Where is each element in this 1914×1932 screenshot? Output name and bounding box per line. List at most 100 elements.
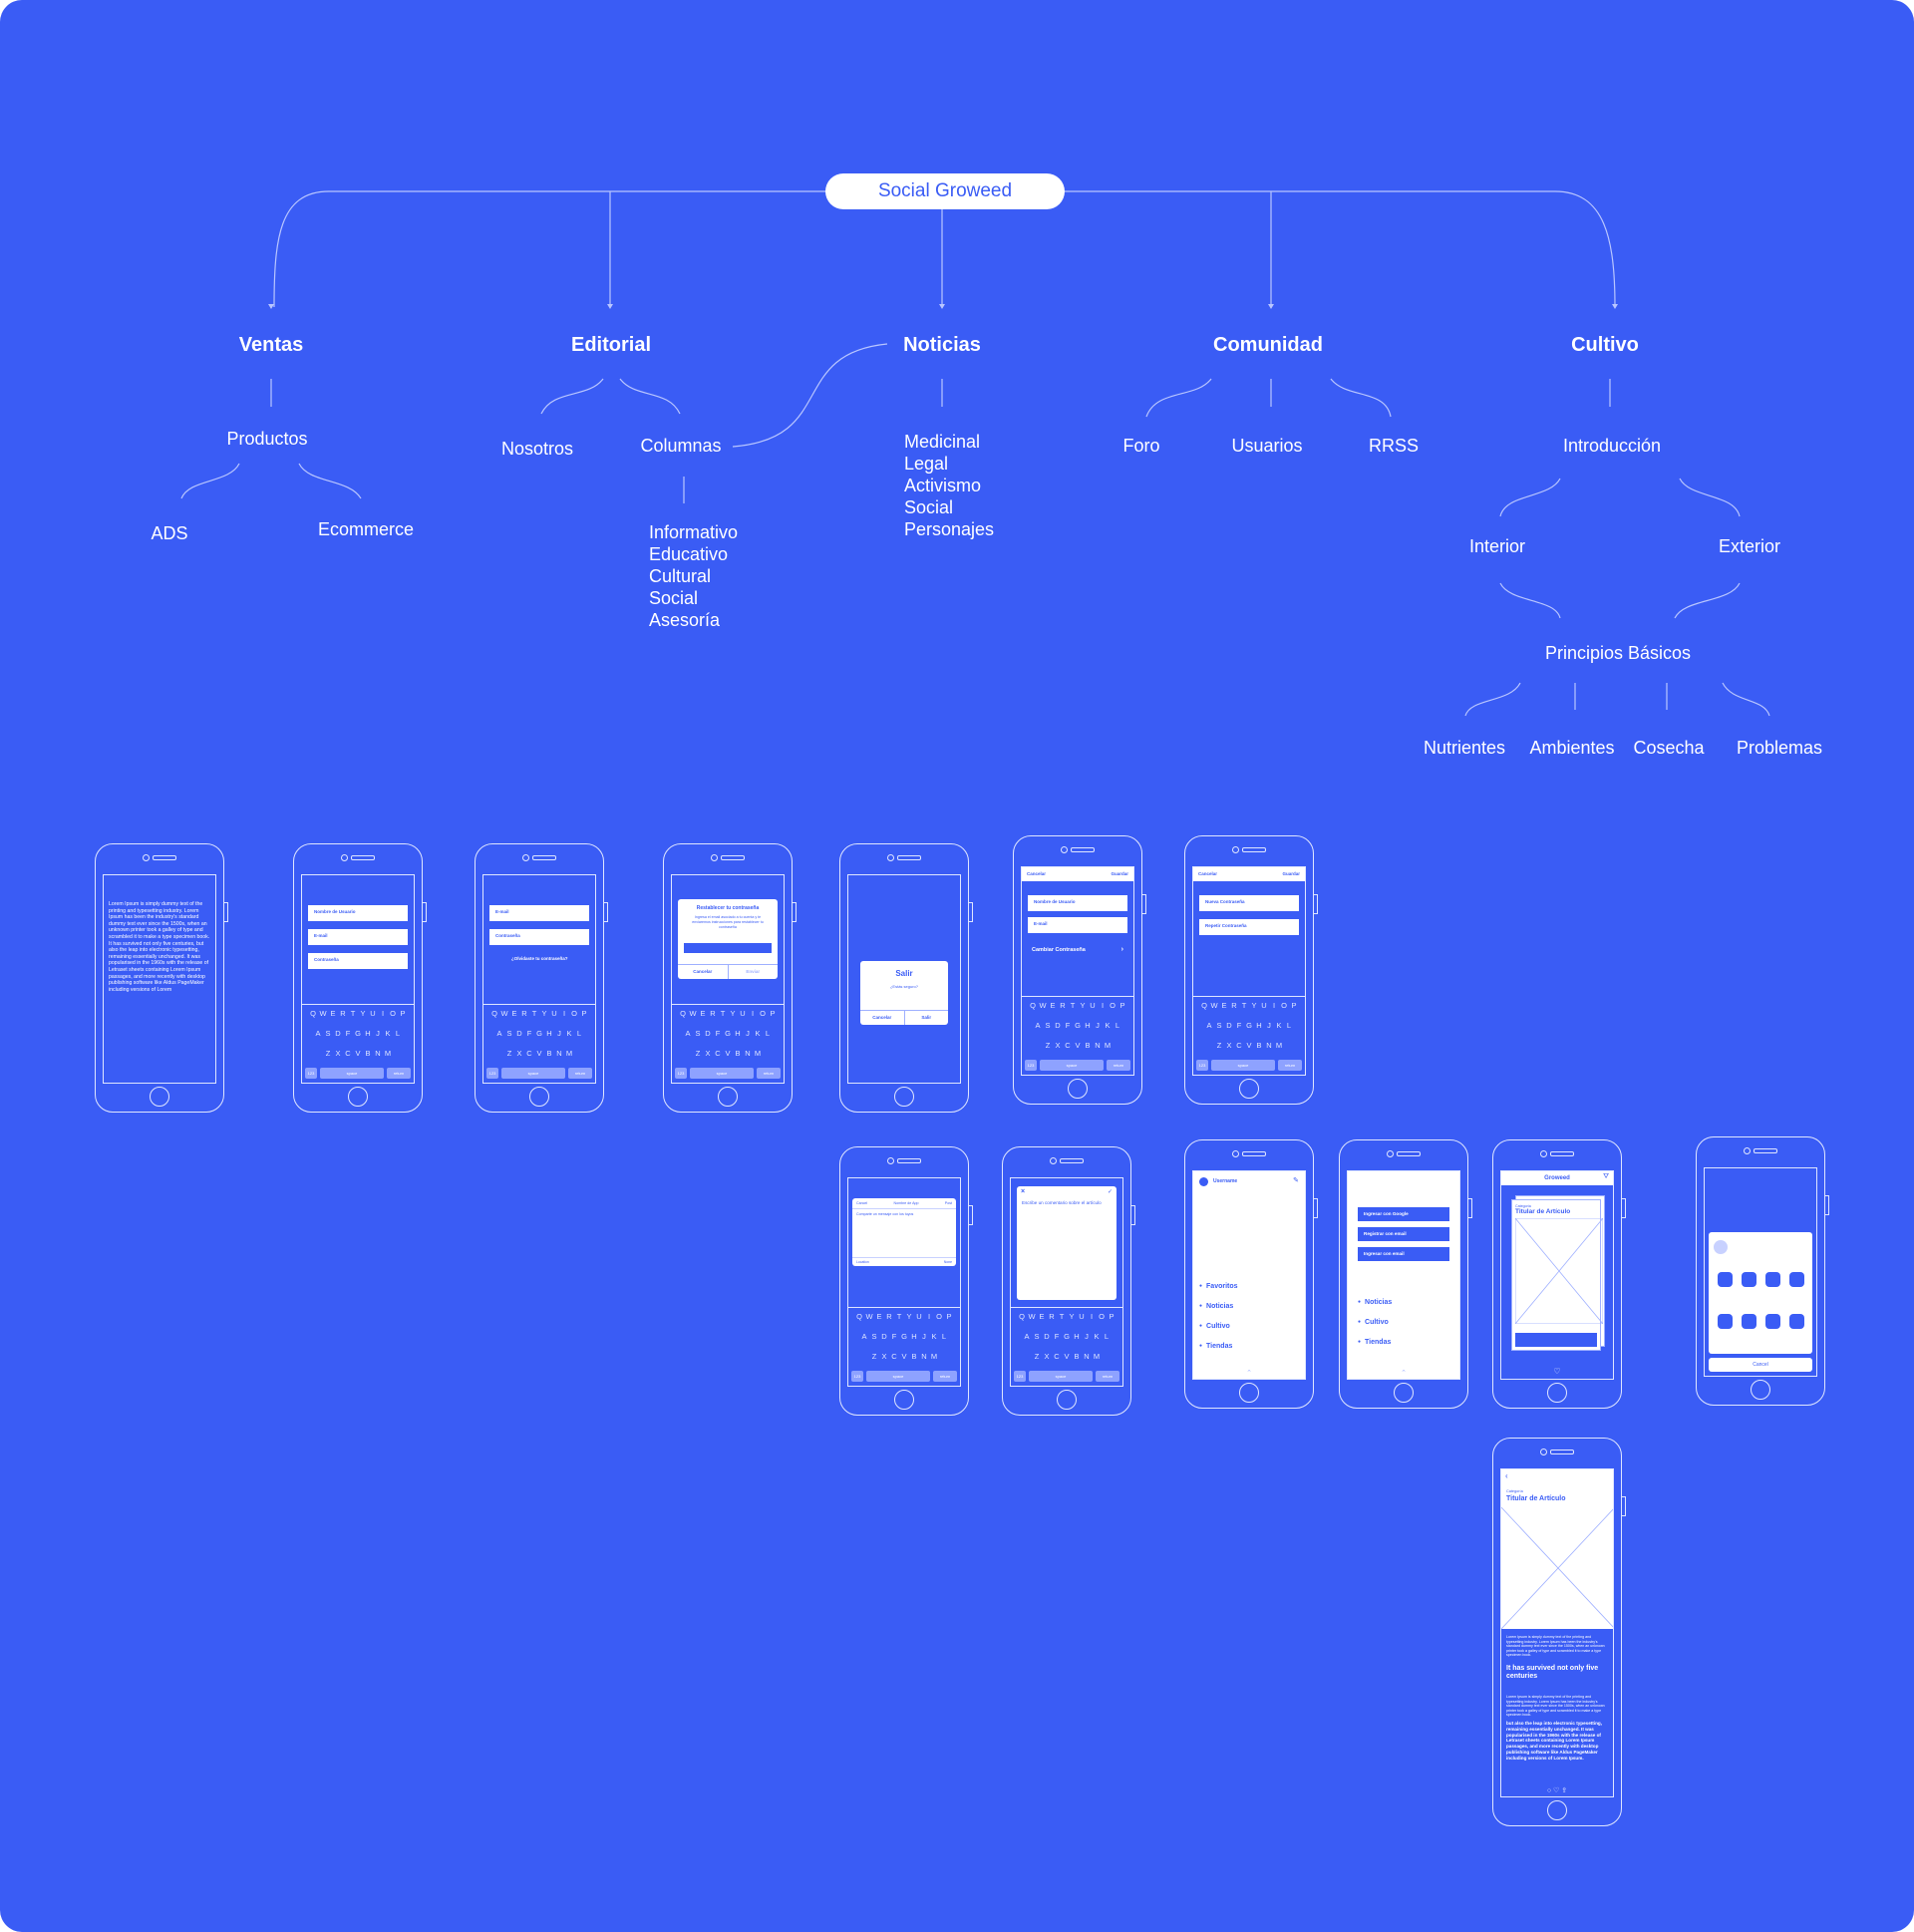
home-button[interactable]: [529, 1087, 549, 1107]
key[interactable]: P: [1118, 1001, 1127, 1010]
key[interactable]: R: [339, 1009, 348, 1018]
key[interactable]: W: [1039, 1001, 1048, 1010]
key[interactable]: C: [1235, 1041, 1244, 1050]
key[interactable]: N: [1094, 1041, 1103, 1050]
key[interactable]: S: [694, 1029, 703, 1038]
logout-button[interactable]: Salir: [905, 1011, 949, 1025]
key[interactable]: X: [1054, 1041, 1063, 1050]
close-icon[interactable]: ×: [1021, 1188, 1025, 1195]
key[interactable]: M: [930, 1352, 939, 1361]
key[interactable]: W: [319, 1009, 328, 1018]
key[interactable]: E: [699, 1009, 708, 1018]
key[interactable]: K: [754, 1029, 763, 1038]
key[interactable]: R: [520, 1009, 529, 1018]
key[interactable]: O: [570, 1009, 579, 1018]
key[interactable]: A: [1023, 1332, 1032, 1341]
key[interactable]: L: [1285, 1021, 1294, 1030]
key[interactable]: P: [1108, 1312, 1116, 1321]
mail-icon[interactable]: [1741, 1272, 1756, 1287]
key[interactable]: V: [1063, 1352, 1072, 1361]
nav-item-cultivo[interactable]: Cultivo: [1199, 1323, 1230, 1330]
home-button[interactable]: [894, 1087, 914, 1107]
article-card[interactable]: Categoría Titular de Artículo: [1511, 1199, 1603, 1351]
key[interactable]: E: [329, 1009, 338, 1018]
key[interactable]: Q: [1029, 1001, 1038, 1010]
key[interactable]: N: [920, 1352, 929, 1361]
key[interactable]: W: [689, 1009, 698, 1018]
key[interactable]: F: [890, 1332, 899, 1341]
key[interactable]: K: [930, 1332, 939, 1341]
key-return[interactable]: return: [1096, 1371, 1119, 1382]
key-123[interactable]: 123: [1014, 1371, 1026, 1382]
key[interactable]: X: [515, 1049, 524, 1058]
login-email-button[interactable]: Ingresar con email: [1358, 1247, 1449, 1261]
key[interactable]: Z: [505, 1049, 514, 1058]
nav-item-cultivo[interactable]: Cultivo: [1358, 1319, 1389, 1326]
key[interactable]: G: [724, 1029, 733, 1038]
key-123[interactable]: 123: [486, 1068, 498, 1079]
key[interactable]: H: [364, 1029, 373, 1038]
key[interactable]: U: [915, 1312, 924, 1321]
key[interactable]: S: [1044, 1021, 1053, 1030]
key[interactable]: B: [1073, 1352, 1082, 1361]
key[interactable]: O: [1280, 1001, 1289, 1010]
key[interactable]: T: [1069, 1001, 1078, 1010]
key[interactable]: H: [1255, 1021, 1264, 1030]
key[interactable]: T: [1240, 1001, 1249, 1010]
key[interactable]: Z: [1044, 1041, 1053, 1050]
keyboard[interactable]: QWERTYUIOP ASDFGHJKL ZXCVBNM 123 space ret…: [848, 1307, 960, 1386]
key[interactable]: M: [1104, 1041, 1113, 1050]
key-space[interactable]: space: [690, 1068, 754, 1079]
key[interactable]: A: [1205, 1021, 1214, 1030]
key[interactable]: A: [860, 1332, 869, 1341]
key[interactable]: V: [1245, 1041, 1254, 1050]
home-button[interactable]: [1394, 1383, 1414, 1403]
nav-item-tiendas[interactable]: Tiendas: [1358, 1339, 1391, 1346]
key[interactable]: D: [515, 1029, 524, 1038]
key[interactable]: B: [364, 1049, 373, 1058]
forgot-password-link[interactable]: ¿Olvidaste tu contraseña?: [511, 955, 568, 963]
key[interactable]: J: [920, 1332, 929, 1341]
key[interactable]: I: [925, 1312, 934, 1321]
key[interactable]: S: [505, 1029, 514, 1038]
key-123[interactable]: 123: [675, 1068, 687, 1079]
key[interactable]: M: [384, 1049, 393, 1058]
key[interactable]: S: [1215, 1021, 1224, 1030]
key[interactable]: F: [1235, 1021, 1244, 1030]
key[interactable]: V: [724, 1049, 733, 1058]
key[interactable]: H: [545, 1029, 554, 1038]
key[interactable]: T: [349, 1009, 358, 1018]
key[interactable]: X: [1043, 1352, 1052, 1361]
key[interactable]: O: [389, 1009, 398, 1018]
key[interactable]: W: [1210, 1001, 1219, 1010]
key[interactable]: Z: [1215, 1041, 1224, 1050]
reading-list-icon[interactable]: [1741, 1314, 1756, 1329]
cancel-button[interactable]: Cancelar: [1027, 867, 1046, 881]
key[interactable]: H: [1073, 1332, 1082, 1341]
key[interactable]: L: [575, 1029, 584, 1038]
key[interactable]: S: [870, 1332, 879, 1341]
register-email-button[interactable]: Registrar con email: [1358, 1227, 1449, 1241]
twitter-icon[interactable]: [1764, 1272, 1780, 1287]
key[interactable]: C: [890, 1352, 899, 1361]
key[interactable]: F: [1053, 1332, 1062, 1341]
key[interactable]: Z: [324, 1049, 333, 1058]
key[interactable]: L: [940, 1332, 949, 1341]
key[interactable]: A: [314, 1029, 323, 1038]
home-button[interactable]: [1068, 1079, 1088, 1099]
home-button[interactable]: [718, 1087, 738, 1107]
copy-icon[interactable]: [1788, 1314, 1804, 1329]
keyboard[interactable]: QWERTYUIOP ASDFGHJKL ZXCVBNM 123 space ret…: [1022, 996, 1133, 1075]
new-password-field[interactable]: Nueva Contraseña: [1199, 895, 1299, 911]
key[interactable]: B: [1084, 1041, 1093, 1050]
key[interactable]: J: [1083, 1332, 1092, 1341]
username-field[interactable]: Nombre de Usuario: [1028, 895, 1127, 911]
messages-icon[interactable]: [1717, 1272, 1733, 1287]
key[interactable]: J: [1265, 1021, 1274, 1030]
password-field[interactable]: Contraseña: [489, 929, 589, 945]
password-field[interactable]: Contraseña: [308, 953, 408, 969]
key[interactable]: D: [880, 1332, 889, 1341]
send-button[interactable]: Enviar: [729, 965, 779, 979]
key-return[interactable]: return: [757, 1068, 781, 1079]
key[interactable]: N: [1083, 1352, 1092, 1361]
